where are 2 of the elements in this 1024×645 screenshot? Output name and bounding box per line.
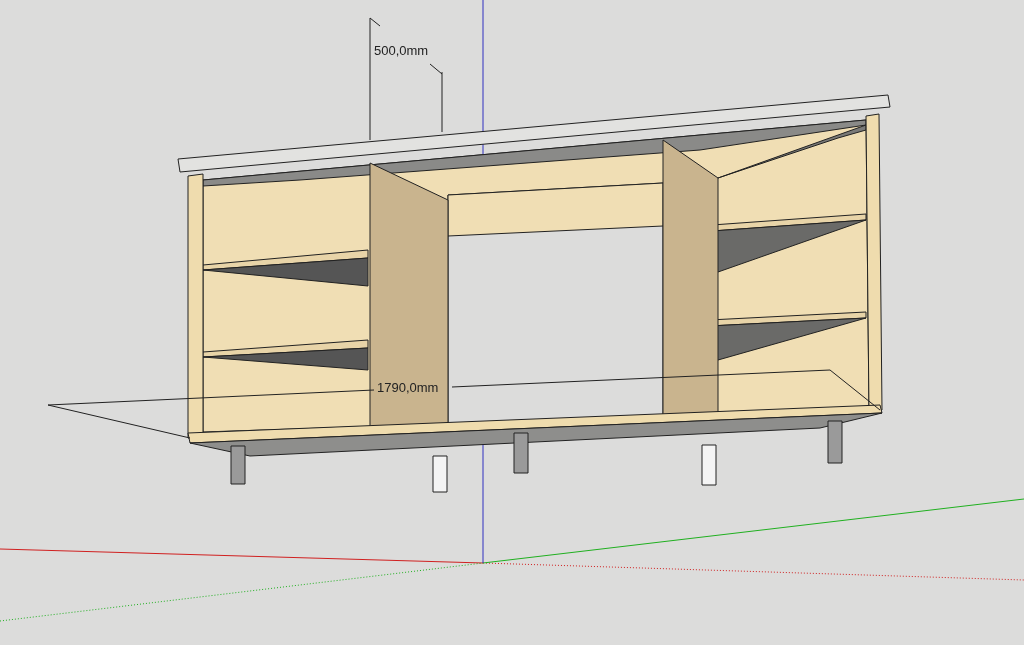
dimension-label: 500,0mm: [374, 43, 429, 58]
dimension-label: 1790,0mm: [377, 380, 439, 395]
